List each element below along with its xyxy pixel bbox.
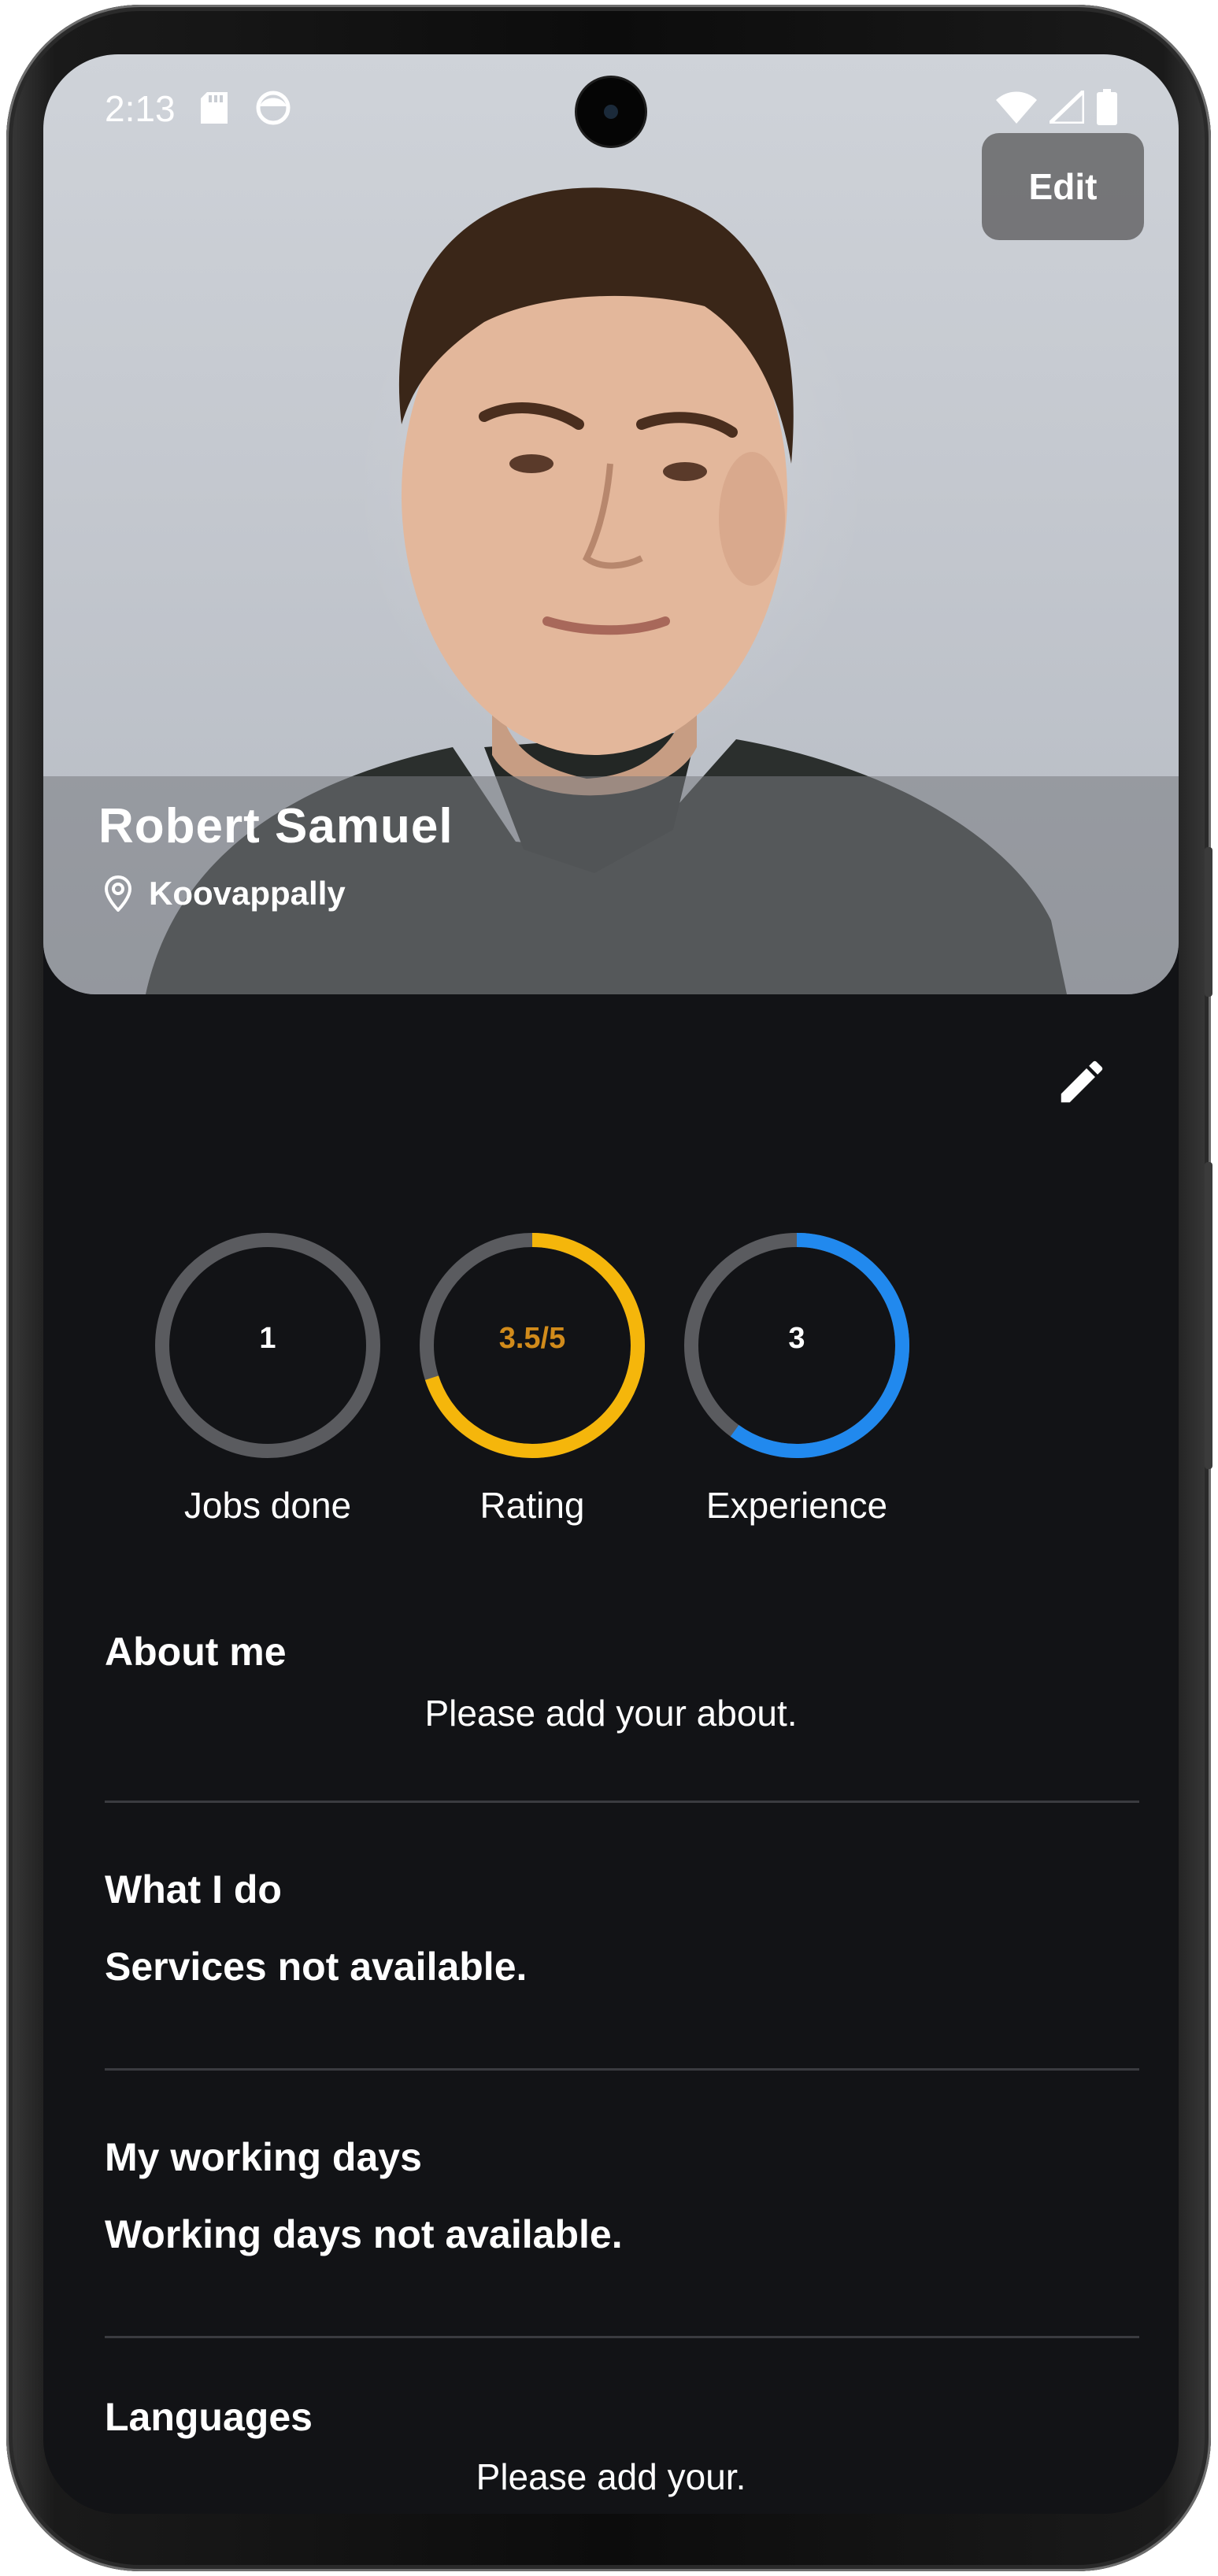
screen: 2:13 Edit Robert Samuel Koovappally 1 Jo… — [43, 54, 1179, 2514]
workdays-title: My working days — [105, 2135, 422, 2179]
location-text: Koovappally — [149, 875, 346, 912]
divider — [105, 2336, 1139, 2338]
profile-hero: 2:13 Edit Robert Samuel Koovappally — [43, 54, 1179, 994]
rating-label: Rating — [479, 1485, 585, 1526]
rating-value: 3.5/5 — [498, 1322, 566, 1355]
edit-button[interactable]: Edit — [982, 133, 1144, 240]
sd-card-icon — [201, 92, 228, 124]
stat-rating: 3.5/5 Rating — [414, 1227, 650, 1527]
stat-jobs-done: 1 Jobs done — [150, 1227, 386, 1527]
whatido-body: Services not available. — [105, 1945, 528, 1989]
signal-icon — [1050, 91, 1084, 124]
location-row: Koovappally — [105, 875, 346, 912]
experience-label: Experience — [705, 1485, 888, 1526]
front-camera — [577, 78, 645, 146]
battery-icon — [1097, 89, 1117, 125]
languages-body: Please add your. — [476, 2456, 746, 2497]
jobs-done-value: 1 — [259, 1322, 276, 1355]
phone-frame: 2:13 Edit Robert Samuel Koovappally 1 Jo… — [6, 5, 1212, 2571]
status-icons — [996, 89, 1117, 125]
divider — [105, 2068, 1139, 2071]
whatido-title: What I do — [105, 1867, 282, 1912]
about-title: About me — [105, 1630, 287, 1674]
face-icon — [256, 91, 291, 125]
divider — [105, 1801, 1139, 1803]
wifi-icon — [996, 91, 1037, 124]
workdays-body: Working days not available. — [105, 2212, 623, 2256]
pencil-icon[interactable] — [1054, 1054, 1109, 1109]
location-pin-icon — [105, 875, 131, 912]
stat-experience: 3 Experience — [679, 1227, 915, 1527]
about-body: Please add your about. — [424, 1693, 798, 1734]
jobs-done-label: Jobs done — [183, 1485, 352, 1526]
experience-value: 3 — [788, 1322, 805, 1355]
languages-title: Languages — [105, 2395, 313, 2439]
status-time: 2:13 — [105, 88, 176, 129]
power-button — [1205, 1162, 1212, 1469]
volume-button — [1205, 847, 1212, 997]
profile-name: Robert Samuel — [98, 799, 454, 853]
